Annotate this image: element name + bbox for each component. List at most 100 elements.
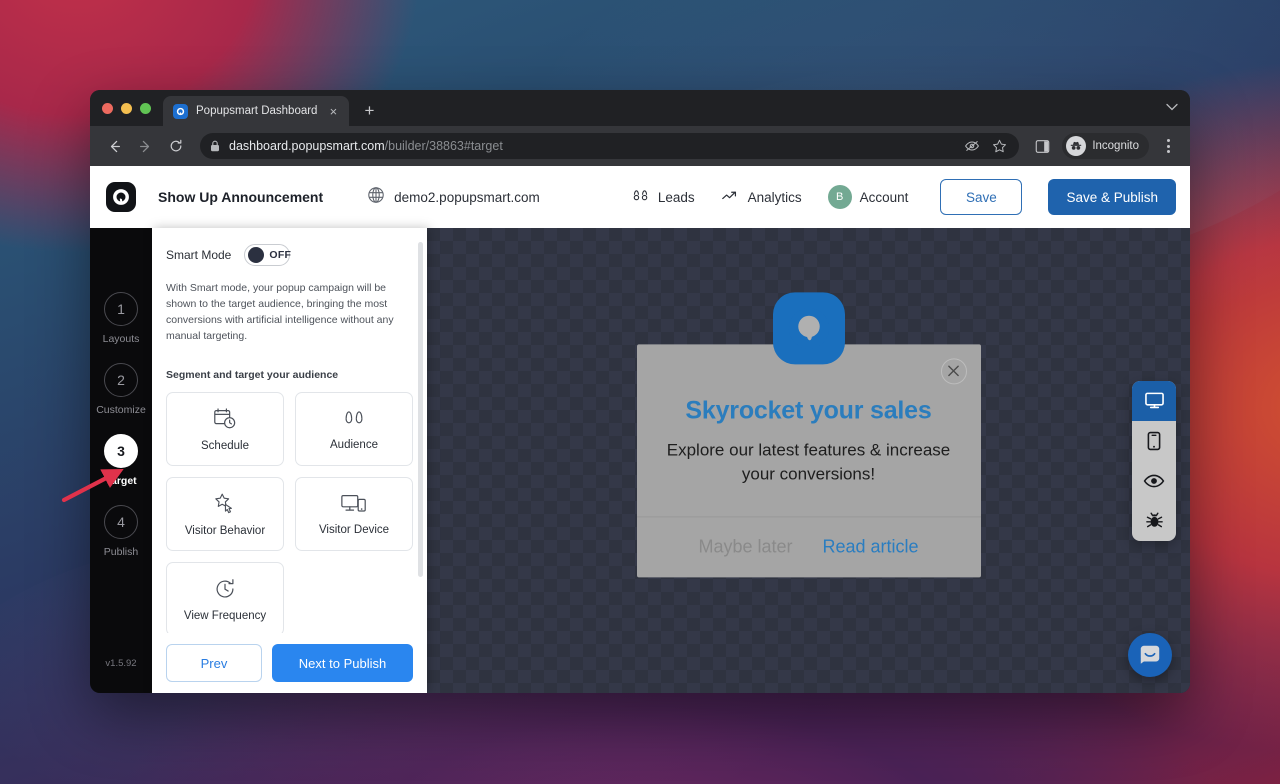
step-layouts-label: Layouts [103, 333, 140, 345]
analytics-chart-icon [721, 187, 740, 207]
step-publish-number: 4 [104, 505, 138, 539]
device-desktop-button[interactable] [1132, 381, 1176, 421]
step-target-label: Target [105, 475, 136, 487]
smart-mode-toggle[interactable]: OFF [244, 244, 290, 266]
bookmark-star-icon[interactable] [992, 139, 1007, 154]
device-preview-toolbar [1132, 381, 1176, 541]
side-panel-icon[interactable] [1029, 133, 1055, 159]
maximize-window-button[interactable] [140, 103, 151, 114]
lock-icon [210, 140, 221, 152]
device-mobile-button[interactable] [1132, 421, 1176, 461]
debug-bug-button[interactable] [1132, 501, 1176, 541]
address-bar[interactable]: dashboard.popupsmart.com/builder/38863#t… [200, 133, 1019, 159]
audience-people-icon [341, 407, 367, 431]
preview-eye-button[interactable] [1132, 461, 1176, 501]
account-avatar: B [828, 185, 852, 209]
close-tab-icon[interactable]: × [325, 103, 341, 119]
eye-off-icon[interactable] [964, 139, 980, 153]
back-arrow-icon[interactable] [100, 132, 128, 160]
incognito-profile-button[interactable]: Incognito [1062, 133, 1149, 159]
site-url-group[interactable]: demo2.popupsmart.com [367, 186, 540, 209]
next-to-publish-button[interactable]: Next to Publish [272, 644, 413, 682]
leads-people-icon [631, 187, 650, 207]
account-nav-item[interactable]: B Account [828, 185, 909, 209]
card-view-frequency-label: View Frequency [184, 610, 266, 622]
calendar-clock-icon [212, 406, 238, 432]
campaign-name: Show Up Announcement [158, 189, 323, 205]
globe-icon [367, 186, 385, 209]
step-customize-number: 2 [104, 363, 138, 397]
kebab-menu-icon[interactable] [1156, 139, 1180, 153]
desktop-background: Popupsmart Dashboard × + [0, 0, 1280, 784]
step-customize-label: Customize [96, 404, 146, 416]
save-button[interactable]: Save [940, 179, 1022, 215]
panel-scrollbar[interactable] [418, 242, 423, 577]
step-target[interactable]: 3 Target [90, 434, 152, 487]
popupsmart-logo-icon[interactable] [106, 182, 136, 212]
popup-close-icon[interactable] [941, 358, 967, 384]
popup-preview-canvas: Skyrocket your sales Explore our latest … [427, 228, 1190, 693]
card-audience[interactable]: Audience [295, 392, 413, 466]
intercom-chat-button[interactable] [1128, 633, 1172, 677]
analytics-nav-item[interactable]: Analytics [721, 187, 802, 207]
browser-tab[interactable]: Popupsmart Dashboard × [163, 96, 349, 126]
step-publish[interactable]: 4 Publish [90, 505, 152, 558]
app-header: Show Up Announcement demo2.popupsmart.co… [90, 166, 1190, 228]
popup-preview: Skyrocket your sales Explore our latest … [637, 344, 981, 577]
desktop-mobile-icon [340, 492, 368, 516]
tab-search-chevron-down-icon[interactable] [1166, 102, 1178, 114]
browser-window: Popupsmart Dashboard × + [90, 90, 1190, 693]
url-path: /builder/38863#target [385, 139, 503, 153]
popup-subtext: Explore our latest features & increase y… [663, 438, 955, 516]
leads-label: Leads [658, 190, 695, 205]
smart-mode-description: With Smart mode, your popup campaign wil… [166, 281, 413, 345]
prev-button[interactable]: Prev [166, 644, 262, 682]
popup-headline: Skyrocket your sales [663, 396, 955, 425]
step-layouts-number: 1 [104, 292, 138, 326]
toggle-knob [248, 247, 264, 263]
window-traffic-lights [100, 90, 163, 126]
app-header-right: Leads Analytics B Account Save Save & Pu… [631, 179, 1176, 215]
card-audience-label: Audience [330, 439, 378, 451]
star-click-icon [212, 491, 238, 517]
card-visitor-device[interactable]: Visitor Device [295, 477, 413, 551]
account-label: Account [860, 190, 909, 205]
builder-steps-rail: 1 Layouts 2 Customize 3 Target 4 Publish [90, 228, 152, 693]
popup-decline-button[interactable]: Maybe later [698, 537, 792, 558]
incognito-label: Incognito [1092, 140, 1139, 152]
leads-nav-item[interactable]: Leads [631, 187, 695, 207]
save-and-publish-button[interactable]: Save & Publish [1048, 179, 1176, 215]
minimize-window-button[interactable] [121, 103, 132, 114]
browser-toolbar: dashboard.popupsmart.com/builder/38863#t… [90, 126, 1190, 166]
target-settings-panel: Smart Mode OFF With Smart mode, your pop… [152, 228, 427, 693]
app-body: 1 Layouts 2 Customize 3 Target 4 Publish [90, 228, 1190, 693]
popup-actions: Maybe later Read article [663, 517, 955, 577]
card-schedule-label: Schedule [201, 440, 249, 452]
clock-refresh-icon [212, 576, 238, 602]
step-publish-label: Publish [104, 546, 138, 558]
step-customize[interactable]: 2 Customize [90, 363, 152, 416]
reload-icon[interactable] [162, 132, 190, 160]
popup-cta-button[interactable]: Read article [823, 537, 919, 558]
card-visitor-behavior[interactable]: Visitor Behavior [166, 477, 284, 551]
popupsmart-app: Show Up Announcement demo2.popupsmart.co… [90, 166, 1190, 693]
popup-card: Skyrocket your sales Explore our latest … [637, 344, 981, 577]
target-cards-grid: Schedule Audience [166, 392, 413, 633]
browser-tab-strip: Popupsmart Dashboard × + [90, 90, 1190, 126]
incognito-avatar-icon [1066, 136, 1086, 156]
forward-arrow-icon[interactable] [131, 132, 159, 160]
popup-logo-icon [773, 292, 845, 364]
site-url: demo2.popupsmart.com [394, 190, 540, 205]
step-layouts[interactable]: 1 Layouts [90, 292, 152, 345]
browser-tab-title: Popupsmart Dashboard [196, 105, 317, 117]
card-view-frequency[interactable]: View Frequency [166, 562, 284, 633]
intercom-chat-icon [1138, 643, 1162, 667]
popupsmart-favicon-icon [173, 104, 188, 119]
card-schedule[interactable]: Schedule [166, 392, 284, 466]
panel-footer: Prev Next to Publish [152, 633, 427, 693]
new-tab-button[interactable]: + [355, 96, 383, 124]
tab-strip-right [1166, 90, 1190, 126]
smart-mode-row: Smart Mode OFF [166, 244, 413, 266]
smart-mode-label: Smart Mode [166, 248, 231, 262]
close-window-button[interactable] [102, 103, 113, 114]
